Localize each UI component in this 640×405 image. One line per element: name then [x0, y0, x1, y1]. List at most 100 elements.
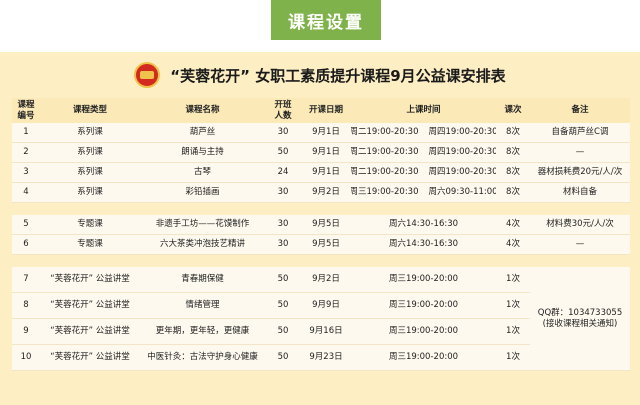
- cell-date: 9月5日: [301, 215, 351, 235]
- cell-no: 1: [12, 123, 40, 143]
- table-row: 6 专题课 六大茶类冲泡技艺精讲 30 9月5日 周六14:30-16:30 4次 —: [12, 234, 630, 255]
- time-slot: 周四19:00-20:30: [428, 127, 497, 137]
- cell-time: 周三19:00-20:30 周六09:30-11:00: [351, 182, 497, 203]
- time-slot: 周三19:00-20:00: [388, 326, 459, 336]
- cell-times: 1次: [496, 292, 530, 319]
- cell-name: 更年期，更年轻，更健康: [140, 318, 265, 345]
- cell-times: 4次: [496, 215, 530, 235]
- cell-count: 50: [265, 344, 301, 371]
- cell-time: 周三19:00-20:00: [351, 318, 496, 345]
- time-slot: 周三19:00-20:00: [388, 300, 459, 310]
- col-header-no: 课程 编号: [12, 98, 40, 123]
- col-header-name: 课程名称: [140, 98, 265, 123]
- table-row: 3 系列课 古琴 24 9月1日 周二19:00-20:30 周四19:00-20:30 8次…: [12, 162, 630, 183]
- cell-note: —: [530, 234, 630, 255]
- cell-date: 9月1日: [301, 123, 351, 143]
- table-row: 1 系列课 葫芦丝 30 9月1日 周二19:00-20:30 周四19:00-20:30 8…: [12, 123, 630, 143]
- tab-course-settings[interactable]: 课程设置: [271, 0, 381, 40]
- table-row: 2 系列课 朗诵与主持 50 9月1日 周二19:00-20:30 周四19:00-20:3…: [12, 142, 630, 163]
- cell-name: 非遗手工坊——花馍制作: [140, 215, 265, 235]
- cell-date: 9月2日: [301, 267, 351, 293]
- cell-date: 9月1日: [301, 142, 351, 163]
- cell-name: 六大茶类冲泡技艺精讲: [140, 234, 265, 255]
- table-header: 课程 编号 课程类型 课程名称 开班 人数 开课日期 上课时间 课次 备注: [12, 98, 630, 123]
- col-header-date: 开课日期: [301, 98, 351, 123]
- cell-note: 材料费30元/人/次: [530, 215, 630, 235]
- cell-count: 24: [265, 162, 301, 183]
- col-header-time: 上课时间: [351, 98, 496, 123]
- time-slot: 周四19:00-20:30: [428, 147, 497, 157]
- cell-name: 葫芦丝: [140, 123, 265, 143]
- cell-name: 彩铅插画: [140, 182, 265, 203]
- cell-note: 器材损耗费20元/人/次: [530, 162, 630, 183]
- cell-date: 9月16日: [301, 318, 351, 345]
- group-spacer: [12, 202, 630, 215]
- group-spacer: [12, 254, 630, 267]
- cell-times: 1次: [496, 267, 530, 293]
- cell-date: 9月23日: [301, 344, 351, 371]
- cell-count: 50: [265, 142, 301, 163]
- cell-type: 专题课: [40, 215, 140, 235]
- cell-type: 专题课: [40, 234, 140, 255]
- cell-date: 9月1日: [301, 162, 351, 183]
- cell-no: 10: [12, 344, 40, 371]
- cell-no: 9: [12, 318, 40, 345]
- cell-type: “芙蓉花开” 公益讲堂: [40, 344, 140, 371]
- cell-name: 中医针灸：古法守护身心健康: [140, 344, 265, 371]
- cell-times: 8次: [496, 123, 530, 143]
- schedule-table: 课程 编号 课程类型 课程名称 开班 人数 开课日期 上课时间 课次 备注 1 系列课…: [12, 98, 630, 371]
- time-slot: 周三19:00-20:00: [388, 274, 459, 284]
- title-row: “芙蓉花开” 女职工素质提升课程9月公益课安排表: [0, 60, 640, 90]
- cell-type: 系列课: [40, 162, 140, 183]
- col-header-note: 备注: [530, 98, 630, 123]
- cell-date: 9月9日: [301, 292, 351, 319]
- cell-date: 9月5日: [301, 234, 351, 255]
- cell-times: 8次: [496, 142, 530, 163]
- cell-type: “芙蓉花开” 公益讲堂: [40, 267, 140, 293]
- cell-no: 3: [12, 162, 40, 183]
- qq-group-text: QQ群：1034733055: [537, 307, 623, 318]
- col-header-times: 课次: [496, 98, 530, 123]
- cell-time: 周三19:00-20:00: [351, 344, 496, 371]
- cell-type: 系列课: [40, 182, 140, 203]
- cell-note: 自备葫芦丝C调: [530, 123, 630, 143]
- cell-time: 周六14:30-16:30: [351, 215, 496, 235]
- cell-date: 9月2日: [301, 182, 351, 203]
- time-slot: 周二19:00-20:30: [351, 127, 419, 137]
- cell-times: 8次: [496, 182, 530, 203]
- time-slot: 周六09:30-11:00: [428, 187, 497, 197]
- time-slot: 周六14:30-16:30: [388, 219, 459, 229]
- cell-times: 1次: [496, 318, 530, 345]
- cell-no: 2: [12, 142, 40, 163]
- cell-time: 周二19:00-20:30 周四19:00-20:30: [351, 142, 497, 163]
- cell-name: 朗诵与主持: [140, 142, 265, 163]
- cell-times: 8次: [496, 162, 530, 183]
- col-header-count: 开班 人数: [265, 98, 301, 123]
- cell-name: 古琴: [140, 162, 265, 183]
- qq-sub-text: (接收课程相关通知): [542, 318, 618, 329]
- cell-no: 7: [12, 267, 40, 293]
- table-row: 7 “芙蓉花开” 公益讲堂 青春期保健 50 9月2日 周三19:00-20:00 1次 QQ…: [12, 267, 630, 371]
- cell-type: “芙蓉花开” 公益讲堂: [40, 292, 140, 319]
- cell-name: 情绪管理: [140, 292, 265, 319]
- time-slot: 周二19:00-20:30: [351, 167, 419, 177]
- cell-no: 5: [12, 215, 40, 235]
- cell-note: —: [530, 142, 630, 163]
- cell-times: 1次: [496, 344, 530, 371]
- time-slot: 周二19:00-20:30: [351, 147, 419, 157]
- page-title: “芙蓉花开” 女职工素质提升课程9月公益课安排表: [170, 66, 506, 85]
- cell-count: 30: [265, 215, 301, 235]
- cell-type: 系列课: [40, 142, 140, 163]
- cell-count: 30: [265, 234, 301, 255]
- cell-time: 周六14:30-16:30: [351, 234, 496, 255]
- cell-no: 8: [12, 292, 40, 319]
- time-slot: 周四19:00-20:30: [428, 167, 497, 177]
- logo-icon: [134, 62, 161, 88]
- cell-count: 50: [265, 292, 301, 319]
- cell-type: “芙蓉花开” 公益讲堂: [40, 318, 140, 345]
- cell-note-qq: QQ群：1034733055 (接收课程相关通知): [530, 267, 630, 371]
- cell-count: 30: [265, 123, 301, 143]
- cell-count: 50: [265, 267, 301, 293]
- table-row: 5 专题课 非遗手工坊——花馍制作 30 9月5日 周六14:30-16:30 4次 材料费3…: [12, 215, 630, 235]
- time-slot: 周三19:00-20:30: [351, 187, 419, 197]
